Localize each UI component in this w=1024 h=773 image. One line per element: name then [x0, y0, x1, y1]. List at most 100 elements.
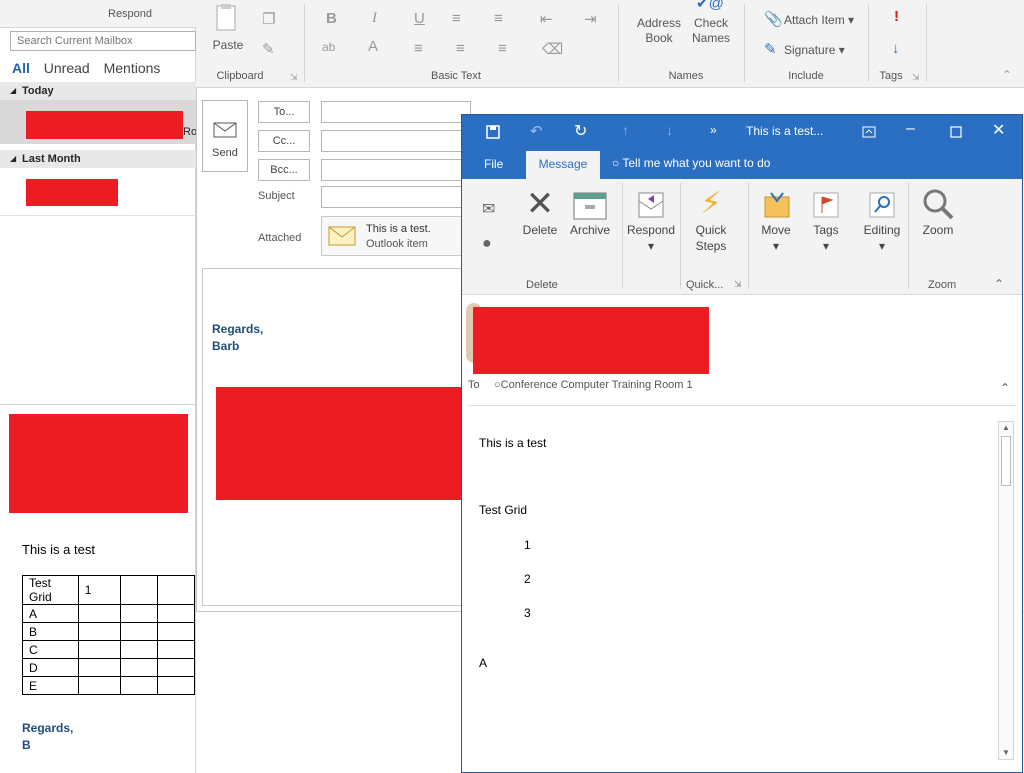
align-right-icon[interactable]: ≡	[498, 40, 507, 57]
collapse-icon: ◢	[10, 154, 17, 163]
zoom-label: Zoom	[922, 223, 954, 237]
scrollbar-thumb[interactable]	[1001, 436, 1011, 486]
compose-body[interactable]: Regards, Barb	[202, 268, 465, 606]
next-item-icon[interactable]: ↓	[666, 122, 673, 138]
separator	[926, 4, 927, 82]
move-button[interactable]: Move ▾	[754, 185, 798, 254]
italic-icon[interactable]: I	[372, 10, 377, 27]
decrease-indent-icon[interactable]: ⇤	[540, 10, 553, 28]
check-names-button[interactable]: Check Names	[686, 16, 736, 46]
tags-button[interactable]: Tags ▾	[806, 185, 846, 254]
maximize-icon[interactable]	[950, 126, 962, 138]
bullets-icon[interactable]: ≡	[452, 10, 461, 27]
copy-icon[interactable]: ❐	[262, 10, 275, 28]
clear-format-icon[interactable]: ⌫	[542, 40, 563, 58]
tab-message[interactable]: Message	[526, 151, 600, 179]
highlight-icon[interactable]: ab	[322, 40, 335, 54]
subject-field[interactable]	[321, 186, 471, 208]
more-commands-icon[interactable]: »	[710, 123, 717, 137]
basic-text-group-label: Basic Text	[431, 70, 481, 82]
archive-button[interactable]: Archive	[568, 185, 612, 239]
collapse-ribbon-icon[interactable]: ⌃	[1002, 68, 1012, 82]
collapse-header-icon[interactable]: ⌃	[1000, 381, 1010, 395]
attach-item-label: Attach Item	[784, 13, 845, 27]
high-importance-icon[interactable]: !	[894, 8, 899, 25]
archive-icon	[573, 192, 607, 220]
align-left-icon[interactable]: ≡	[414, 40, 423, 57]
search-input[interactable]	[10, 31, 196, 51]
filter-all[interactable]: All	[12, 60, 30, 76]
collapse-icon: ◢	[10, 86, 17, 95]
group-header-today[interactable]: ◢ Today	[0, 82, 196, 100]
zoom-button[interactable]: Zoom	[916, 185, 960, 239]
scrollbar[interactable]: ▲ ▼	[998, 421, 1014, 760]
increase-indent-icon[interactable]: ⇥	[584, 10, 597, 28]
filter-mentions[interactable]: Mentions	[104, 60, 161, 76]
editing-button[interactable]: Editing ▾	[860, 185, 904, 254]
scroll-down-icon[interactable]: ▼	[999, 747, 1013, 759]
send-button[interactable]: Send	[202, 100, 248, 172]
table-row: E	[22, 676, 196, 695]
compose-ribbon: Paste ❐ ✎ Clipboard ⇲ B I U ≡ ≡ ⇤ ⇥ ab A…	[196, 0, 1024, 88]
filter-unread[interactable]: Unread	[44, 60, 90, 76]
list-item[interactable]	[0, 170, 196, 216]
to-label: To	[468, 379, 480, 391]
low-importance-icon[interactable]: ↓	[892, 40, 900, 57]
subject-label: Subject	[258, 190, 295, 202]
group-header-last-month[interactable]: ◢ Last Month	[0, 150, 196, 168]
save-icon[interactable]	[486, 125, 500, 139]
respond-button[interactable]: Respond ▾	[626, 185, 676, 254]
dialog-launcher-icon[interactable]: ⇲	[734, 279, 742, 290]
minimize-icon[interactable]: –	[906, 120, 915, 138]
collapse-ribbon-icon[interactable]: ⌃	[994, 277, 1004, 291]
numbering-icon[interactable]: ≡	[494, 10, 503, 27]
bcc-button[interactable]: Bcc...	[258, 159, 310, 181]
delete-label: Delete	[522, 223, 558, 237]
close-icon[interactable]: ✕	[992, 120, 1005, 140]
to-button[interactable]: To...	[258, 101, 310, 123]
quick-steps-button[interactable]: ⚡ Quick Steps	[688, 185, 734, 254]
cc-button[interactable]: Cc...	[258, 130, 310, 152]
previous-item-icon[interactable]: ↑	[622, 122, 629, 138]
dialog-launcher-icon[interactable]: ⇲	[912, 72, 920, 83]
editing-label: Editing	[863, 223, 901, 237]
undo-icon[interactable]: ↶	[530, 122, 543, 140]
send-label: Send	[212, 147, 238, 159]
names-group-label: Names	[668, 70, 704, 82]
separator	[908, 183, 909, 289]
attach-item-button[interactable]: Attach Item ▾	[784, 13, 854, 28]
bcc-field[interactable]	[321, 159, 471, 181]
table-cell	[156, 575, 196, 605]
bold-icon[interactable]: B	[326, 10, 337, 27]
tab-file[interactable]: File	[484, 157, 503, 171]
attach-icon: 📎	[764, 11, 783, 28]
attachment-item[interactable]: This is a test. Outlook item	[321, 216, 471, 256]
address-book-button[interactable]: Address Book	[634, 16, 684, 46]
table-cell: Test Grid	[22, 575, 79, 605]
dropdown-icon: ▾	[647, 238, 655, 253]
align-center-icon[interactable]: ≡	[456, 40, 465, 57]
paste-button[interactable]: Paste	[210, 4, 246, 53]
delete-button[interactable]: ✕ Delete	[520, 185, 560, 239]
format-painter-icon[interactable]: ✎	[262, 40, 275, 58]
ribbon-options-icon[interactable]	[862, 126, 876, 138]
redo-icon[interactable]: ↻	[574, 121, 587, 141]
tell-me-search[interactable]: ○ Tell me what you want to do	[612, 156, 770, 170]
divider	[468, 405, 1016, 406]
include-group-label: Include	[788, 70, 824, 82]
ignore-icon[interactable]: ✉	[482, 199, 495, 219]
list-item[interactable]: Ro	[0, 100, 197, 144]
font-color-icon[interactable]: A	[368, 38, 378, 55]
dropdown-icon: ▾	[772, 238, 780, 253]
dialog-launcher-icon[interactable]: ⇲	[290, 72, 298, 83]
redacted-sender	[473, 307, 709, 374]
junk-icon[interactable]: ●	[482, 235, 492, 253]
underline-icon[interactable]: U	[414, 10, 425, 27]
separator	[868, 4, 869, 82]
signature-icon: ✎	[764, 41, 777, 58]
scroll-up-icon[interactable]: ▲	[999, 422, 1013, 434]
recipient[interactable]: ○Conference Computer Training Room 1	[494, 379, 693, 391]
to-field[interactable]	[321, 101, 471, 123]
signature-button[interactable]: Signature ▾	[784, 43, 845, 58]
cc-field[interactable]	[321, 130, 471, 152]
